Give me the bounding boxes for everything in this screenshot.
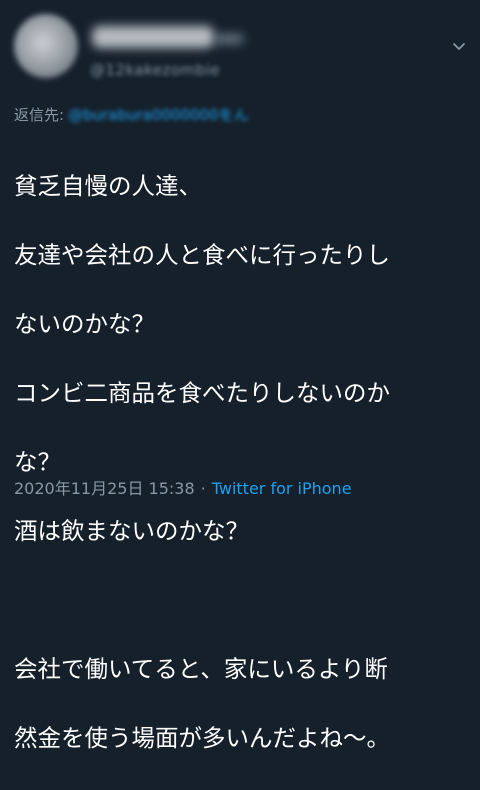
source-link[interactable]: Twitter for iPhone [212,479,352,498]
user-handle[interactable]: @12kakezombie [90,61,220,79]
tweet-line: 酒は飲まないのかな？ [14,516,249,545]
tweet-line: な？ [14,447,61,476]
meta-separator: · [200,479,206,498]
reply-context: 返信先: @burabura0000000をん [14,104,249,125]
timestamp[interactable]: 2020年11月25日 15:38 [14,479,195,498]
tweet-text: 貧乏自慢の人達、 友達や会社の人と食べに行ったりし ないのかな？ コンビ二商品を… [14,134,472,790]
reply-target-link[interactable]: @burabura0000000をん [68,104,249,125]
avatar[interactable] [14,14,78,78]
tweet-line: 貧乏自慢の人達、 [14,171,202,200]
tweet-line: 会社で働いてると、家にいるより断 [14,654,388,683]
tweet-card: @12kakezombie 返信先: @burabura0000000をん 貧乏自… [0,0,480,752]
reply-prefix: 返信先: [14,106,65,124]
chevron-down-icon[interactable] [452,37,466,50]
tweet-line: コンビ二商品を食べたりしないのか [14,378,390,407]
tweet-line: 友達や会社の人と食べに行ったりし [14,240,390,269]
display-name[interactable] [92,26,214,48]
tweet-meta: 2020年11月25日 15:38 · Twitter for iPhone [14,475,352,499]
display-name-trail [214,34,244,44]
tweet-line: ないのかな？ [14,309,155,338]
tweet-line: 然金を使う場面が多いんだよね〜。 [14,723,390,752]
